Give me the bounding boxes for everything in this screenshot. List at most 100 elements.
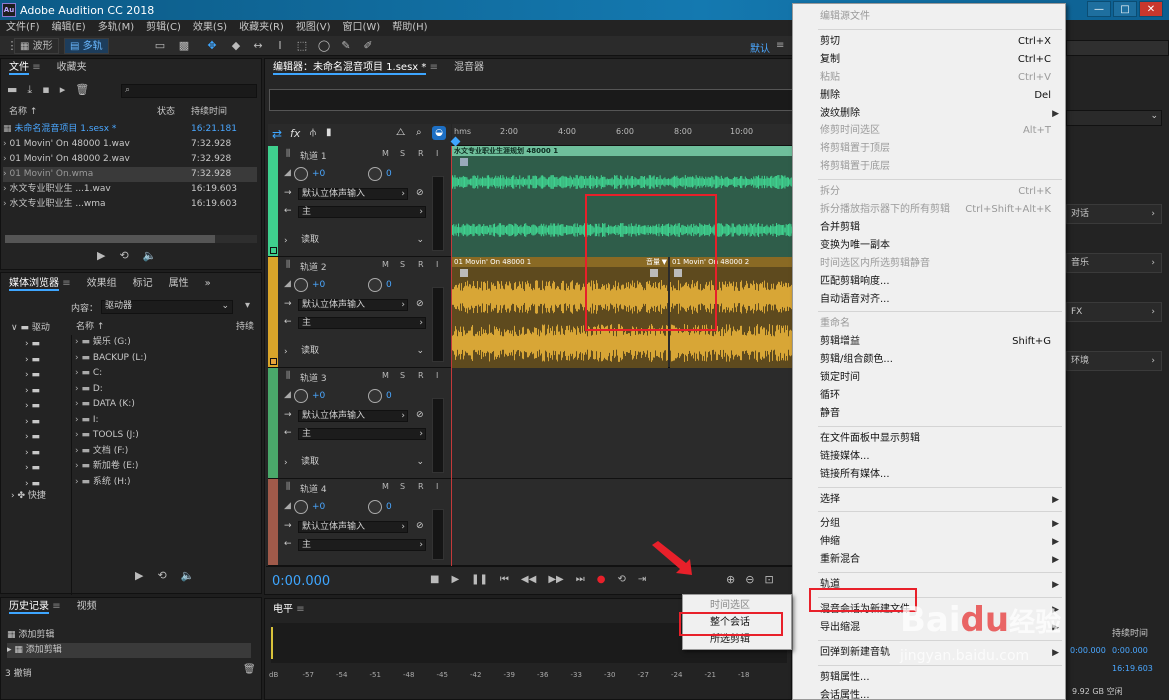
context-menu-item[interactable]: 剪辑属性... [793,669,1065,687]
delete-icon[interactable]: 🗑 [75,83,89,97]
workspace-menu-icon[interactable]: ≡ [776,40,784,51]
solo-button[interactable]: S [400,482,405,491]
volume-value[interactable]: +0 [312,391,325,401]
tab-properties[interactable]: 属性 [161,275,197,293]
phase-icon[interactable]: ⊘ [416,410,424,420]
context-menu-item[interactable]: 将剪辑置于底层 [793,158,1065,176]
expand-icon[interactable]: › [284,236,288,246]
overview-bar[interactable] [269,89,793,111]
track-name[interactable]: 轨道 4 [300,482,327,495]
track-color-strip[interactable] [268,146,278,256]
tab-files[interactable]: 文件 ≡ [1,59,49,77]
track-input-select[interactable]: 默认立体声输入 › [298,410,408,422]
play-icon[interactable]: ▶ [451,574,459,585]
slip-tool-icon[interactable]: ↔ [250,39,266,53]
track-4-lane[interactable] [452,479,792,566]
files-scrollbar[interactable] [5,235,257,243]
volume-value[interactable]: +0 [312,169,325,179]
play-icon[interactable]: ▶ [135,569,143,582]
sound-type-button[interactable]: 对话 › [1066,204,1162,224]
timeline-ruler[interactable]: hms 2:00 4:00 6:00 8:00 10:00 [450,124,792,147]
drive-item[interactable]: › ▬ 系统 (H:) [75,475,260,491]
sel-start-value[interactable]: 0:00.000 [1070,646,1106,655]
volume-value[interactable]: +0 [312,502,325,512]
tab-editor[interactable]: 编辑器：未命名混音项目 1.sesx * ≡ [265,59,446,77]
automation-mode-select[interactable]: 读取 ⌄ [298,346,426,358]
filter-icon[interactable]: ▾ [245,300,250,311]
drive-item[interactable]: › ▬ C: [75,366,260,382]
record-icon[interactable]: ● [597,574,606,585]
context-menu-item[interactable]: 粘贴 Ctrl+V [793,69,1065,87]
pause-icon[interactable]: ❚❚ [471,574,488,585]
drive-item[interactable]: › ▬ 新加卷 (E:) [75,459,260,475]
context-menu-item[interactable]: 编辑源文件 [793,8,1065,26]
sound-type-button[interactable]: FX › [1066,302,1162,322]
context-menu-item[interactable]: 重新混合 ▶ [793,551,1065,569]
loop-icon[interactable]: ⟲ [617,574,625,585]
menu-item[interactable]: 文件(F) [0,20,46,36]
more-tabs-icon[interactable]: » [197,275,219,293]
track-name[interactable]: 轨道 1 [300,149,327,162]
menu-item[interactable]: 帮助(H) [386,20,433,36]
maximize-button[interactable]: □ [1113,1,1137,17]
tab-effects-rack[interactable]: 效果组 [79,275,125,293]
preset-select[interactable]: ⌄ [1066,110,1162,126]
history-item[interactable]: ▦ 添加剪辑 [7,628,251,643]
go-to-end-icon[interactable]: ⏭ [576,574,585,585]
volume-knob[interactable] [294,500,308,514]
mute-button[interactable]: M [382,149,389,158]
track-name[interactable]: 轨道 2 [300,260,327,273]
track-select-box[interactable] [270,358,277,365]
phase-icon[interactable]: ⊘ [416,299,424,309]
waveform-view-button[interactable]: ▦ 波形 [14,38,59,54]
spectral-icon[interactable]: ▭ [152,39,168,53]
razor-tool-icon[interactable]: ◆ [228,39,244,53]
shortcuts-tree[interactable]: › ✤ 快捷 [11,489,71,504]
tab-mixer[interactable]: 混音器 [446,59,492,77]
track-input-select[interactable]: 默认立体声输入 › [298,188,408,200]
files-search-input[interactable]: ⌕ [121,84,257,98]
heal-tool-icon[interactable]: ✐ [360,39,376,53]
stop-icon[interactable]: ■ [430,574,439,585]
drive-tree-item[interactable]: › ▬ [25,415,71,431]
file-row[interactable]: › 01 Movin' On 48000 1.wav 7:32.928 [3,137,257,152]
input-monitor-button[interactable]: I [436,482,438,491]
file-row[interactable]: › 01 Movin' On 48000 2.wav 7:32.928 [3,152,257,167]
context-menu-item[interactable]: 链接媒体... [793,448,1065,466]
input-monitor-button[interactable]: I [436,371,438,380]
context-menu-item[interactable]: 分组 ▶ [793,515,1065,533]
import-icon[interactable]: ⤓ [27,83,32,97]
mute-button[interactable]: M [382,260,389,269]
insert-icon[interactable]: ▸ [60,83,66,97]
volume-icon[interactable]: 🔈 [181,569,195,582]
pan-value[interactable]: 0 [386,502,392,512]
pan-value[interactable]: 0 [386,169,392,179]
zoom-in-icon[interactable]: ⊕ [726,573,735,586]
marquee-tool-icon[interactable]: ⬚ [294,39,310,53]
track-output-select[interactable]: 主 › [298,206,426,218]
pan-knob[interactable] [368,167,382,181]
headphones-icon[interactable]: ◒ [432,126,446,140]
workspace-label[interactable]: 默认 [750,40,770,55]
sound-type-button[interactable]: 音乐 › [1066,253,1162,273]
drive-tree-item[interactable]: › ▬ [25,368,71,384]
drive-item[interactable]: › ▬ I: [75,413,260,429]
solo-button[interactable]: S [400,260,405,269]
track-output-select[interactable]: 主 › [298,428,426,440]
volume-icon[interactable]: 🔈 [143,249,157,262]
context-menu-item[interactable]: 变换为唯一副本 [793,237,1065,255]
fast-forward-icon[interactable]: ▶▶ [548,574,563,585]
mute-button[interactable]: M [382,371,389,380]
tab-media-browser[interactable]: 媒体浏览器 ≡ [1,275,79,293]
col-duration[interactable]: 持续时间 [191,105,227,120]
track-input-select[interactable]: 默认立体声输入 › [298,521,408,533]
track-color-strip[interactable] [268,257,278,367]
mute-button[interactable]: M [382,482,389,491]
context-menu-item[interactable]: 循环 [793,387,1065,405]
context-menu-item[interactable]: 删除 Del [793,87,1065,105]
context-menu-item[interactable]: 波纹删除 ▶ [793,105,1065,123]
drive-tree-item[interactable]: › ▬ [25,399,71,415]
zoom-full-icon[interactable]: ⊡ [764,573,773,586]
track-select-box[interactable] [270,247,277,254]
eq-icon[interactable]: ⫛ [310,127,316,138]
